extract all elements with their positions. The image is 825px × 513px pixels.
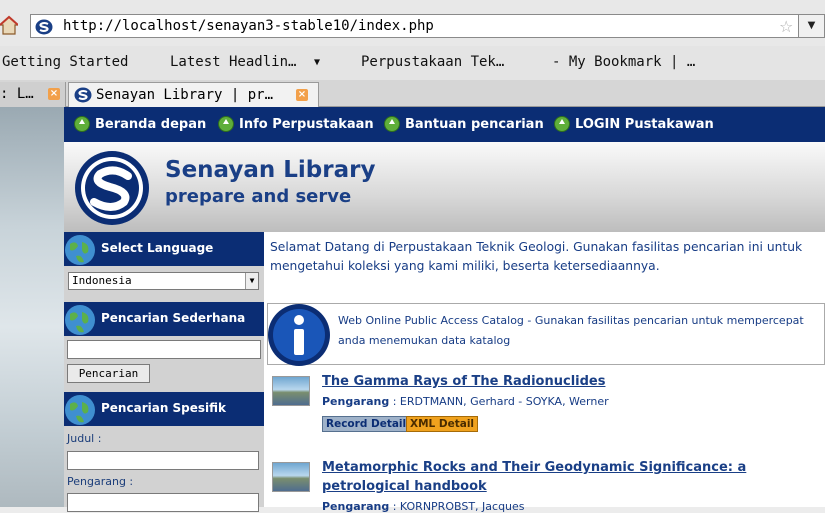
senayan-favicon bbox=[74, 87, 92, 103]
chevron-down-icon[interactable]: ▼ bbox=[314, 57, 320, 68]
author-label: Pengarang bbox=[322, 395, 390, 408]
language-select[interactable]: Indonesia ▼ bbox=[68, 272, 259, 290]
page-background bbox=[0, 107, 64, 507]
arrow-up-icon bbox=[218, 116, 234, 132]
chevron-down-icon[interactable]: ▼ bbox=[245, 273, 258, 289]
book-title-link[interactable]: Metamorphic Rocks and Their Geodynamic S… bbox=[322, 458, 822, 496]
bookmark-perpustakaan[interactable]: Perpustakaan Tek… bbox=[361, 54, 504, 70]
senayan-logo bbox=[75, 151, 149, 225]
globe-icon bbox=[65, 235, 95, 265]
home-icon[interactable] bbox=[0, 14, 18, 36]
site-title: Senayan Library bbox=[165, 157, 376, 183]
title-input[interactable] bbox=[67, 451, 259, 470]
simple-search-input[interactable] bbox=[67, 340, 261, 359]
nav-label: LOGIN Pustakawan bbox=[575, 116, 714, 132]
tab-other[interactable]: : L… × bbox=[0, 82, 66, 107]
info-icon bbox=[268, 304, 330, 366]
star-icon[interactable]: ☆ bbox=[779, 17, 793, 36]
site-banner: Senayan Library prepare and serve bbox=[64, 142, 825, 232]
nav-bantuan[interactable]: Bantuan pencarian bbox=[384, 116, 544, 132]
main-content: Selamat Datang di Perpustakaan Teknik Ge… bbox=[264, 232, 825, 513]
opac-info-text: Web Online Public Access Catalog - Gunak… bbox=[338, 314, 804, 347]
author-input[interactable] bbox=[67, 493, 259, 512]
author-names: ERDTMANN, Gerhard - SOYKA, Werner bbox=[399, 395, 609, 408]
nav-label: Bantuan pencarian bbox=[405, 116, 544, 132]
record-detail-button[interactable]: Record Detail bbox=[322, 416, 411, 432]
globe-icon bbox=[65, 305, 95, 335]
tab-close-icon[interactable]: × bbox=[296, 89, 308, 101]
bookmark-getting-started[interactable]: Getting Started bbox=[2, 54, 128, 70]
nav-label: Beranda depan bbox=[95, 116, 207, 132]
author-label: Pengarang : bbox=[67, 475, 134, 488]
arrow-up-icon bbox=[74, 116, 90, 132]
arrow-up-icon bbox=[384, 116, 400, 132]
url-bar[interactable]: http://localhost/senayan3-stable10/index… bbox=[30, 14, 798, 38]
tab-label: Senayan Library | pr… bbox=[96, 87, 274, 103]
opac-info-box: Web Online Public Access Catalog - Gunak… bbox=[267, 303, 825, 366]
language-block-header: Select Language bbox=[64, 232, 264, 266]
title-label: Judul : bbox=[67, 432, 102, 445]
globe-icon bbox=[65, 395, 95, 425]
tab-close-icon[interactable]: × bbox=[48, 88, 60, 100]
nav-label: Info Perpustakaan bbox=[239, 116, 374, 132]
tab-strip: : L… × Senayan Library | pr… × bbox=[0, 80, 825, 107]
book-title-link[interactable]: The Gamma Rays of The Radionuclides bbox=[322, 372, 822, 391]
nav-info-perpustakaan[interactable]: Info Perpustakaan bbox=[218, 116, 374, 132]
site-subtitle: prepare and serve bbox=[165, 186, 352, 207]
bookmark-my-bookmark[interactable]: - My Bookmark | … bbox=[552, 54, 695, 70]
url-dropdown-button[interactable]: ▼ bbox=[798, 14, 825, 38]
tab-label: : L… bbox=[0, 86, 34, 102]
book-authors: Pengarang : ERDTMANN, Gerhard - SOYKA, W… bbox=[322, 395, 609, 408]
browser-toolbar: http://localhost/senayan3-stable10/index… bbox=[0, 0, 825, 46]
nav-beranda[interactable]: Beranda depan bbox=[74, 116, 206, 132]
simple-search-heading: Pencarian Sederhana bbox=[101, 311, 246, 325]
advanced-search-heading: Pencarian Spesifik bbox=[101, 401, 227, 415]
book-thumbnail[interactable] bbox=[272, 462, 310, 492]
bookmark-latest-headlines[interactable]: Latest Headlin… bbox=[170, 54, 296, 70]
advanced-search-header: Pencarian Spesifik bbox=[64, 392, 264, 426]
sidebar: Select Language Indonesia ▼ Pencarian Se… bbox=[64, 232, 264, 512]
tab-senayan-library[interactable]: Senayan Library | pr… × bbox=[68, 82, 319, 107]
xml-detail-button[interactable]: XML Detail bbox=[406, 416, 479, 432]
nav-login[interactable]: LOGIN Pustakawan bbox=[554, 116, 714, 132]
url-text[interactable]: http://localhost/senayan3-stable10/index… bbox=[63, 18, 434, 34]
language-heading: Select Language bbox=[101, 241, 214, 255]
main-nav: Beranda depan Info Perpustakaan Bantuan … bbox=[64, 107, 825, 142]
language-selected: Indonesia bbox=[72, 274, 132, 287]
arrow-up-icon bbox=[554, 116, 570, 132]
senayan-favicon bbox=[35, 19, 53, 35]
bookmarks-toolbar: Getting Started Latest Headlin… ▼ Perpus… bbox=[0, 46, 825, 117]
book-thumbnail[interactable] bbox=[272, 376, 310, 406]
welcome-text: Selamat Datang di Perpustakaan Teknik Ge… bbox=[270, 240, 803, 273]
simple-search-header: Pencarian Sederhana bbox=[64, 302, 264, 336]
search-button[interactable]: Pencarian bbox=[67, 364, 150, 383]
